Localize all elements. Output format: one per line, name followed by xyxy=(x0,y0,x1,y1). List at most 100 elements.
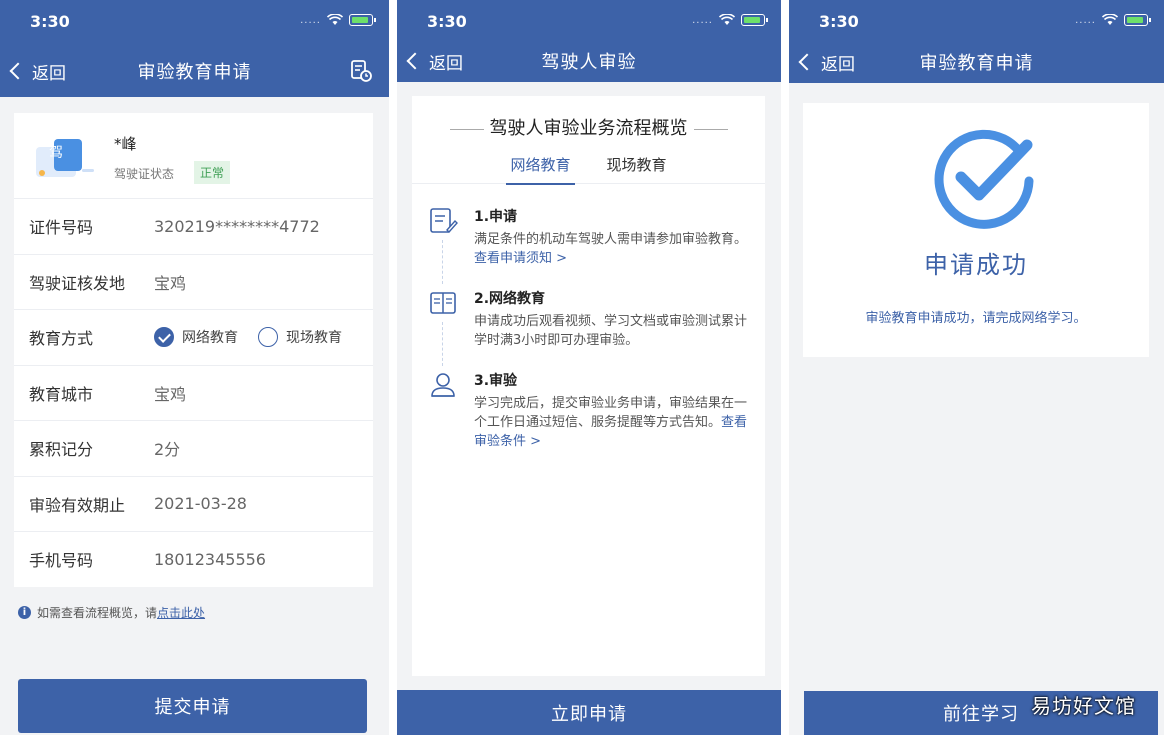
tab-onsite-education[interactable]: 现场教育 xyxy=(607,154,667,184)
flow-hint: i 如需查看流程概览，请点击此处 xyxy=(18,604,205,621)
row-value: 宝鸡 xyxy=(154,384,187,404)
hint-link[interactable]: 点击此处 xyxy=(157,606,205,620)
row-label: 证件号码 xyxy=(29,218,94,238)
status-icons: ..... xyxy=(692,14,768,26)
radio-checked-icon xyxy=(154,327,174,348)
back-label: 返回 xyxy=(32,63,66,84)
row-label: 教育方式 xyxy=(29,329,94,349)
row-label: 审验有效期止 xyxy=(29,495,126,515)
hint-text: 如需查看流程概览，请点击此处 xyxy=(37,604,205,621)
success-message: 审验教育申请成功，请完成网络学习。 xyxy=(865,311,1087,326)
status-time: 3:30 xyxy=(30,12,70,31)
status-icons: ..... xyxy=(300,14,376,26)
education-tabs: 网络教育 现场教育 xyxy=(412,154,765,185)
row-value: 宝鸡 xyxy=(154,273,187,293)
license-glyph: 驾 xyxy=(49,145,63,161)
hint-prefix: 如需查看流程概览，请 xyxy=(37,606,158,620)
row-phone: 手机号码 18012345556 xyxy=(14,531,373,587)
watermark: 易坊好文馆 xyxy=(1031,694,1136,718)
radio-unchecked-icon xyxy=(258,327,278,348)
radio-online-education[interactable]: 网络教育 xyxy=(154,327,238,348)
row-id-number: 证件号码 320219********4772 xyxy=(14,198,373,254)
success-check-icon xyxy=(934,129,1034,229)
page-title: 审验教育申请 xyxy=(919,53,1034,74)
status-icons: ..... xyxy=(1075,14,1151,26)
row-label: 教育城市 xyxy=(29,384,94,404)
book-icon xyxy=(430,292,456,314)
apply-notice-link[interactable]: 查看申请须知 > xyxy=(474,251,567,266)
navbar: 返回 驾驶人审验 xyxy=(397,48,781,74)
step-desc: 学习完成后，提交审验业务申请，审验结果在一个工作日通过短信、服务提醒等方式告知。… xyxy=(474,394,753,451)
step-connector xyxy=(442,322,443,366)
row-value: 2分 xyxy=(154,440,181,460)
header: 3:30 ..... 返回 审验教育申请 xyxy=(0,0,389,97)
chevron-left-icon xyxy=(9,62,27,80)
row-label: 手机号码 xyxy=(29,551,94,571)
status-badge: 正常 xyxy=(194,161,231,184)
chevron-left-icon xyxy=(406,52,424,70)
license-status-label: 驾驶证状态 xyxy=(114,167,175,181)
row-issuing-place: 驾驶证核发地 宝鸡 xyxy=(14,253,373,310)
driver-name: *峰 xyxy=(114,135,137,153)
back-button[interactable]: 返回 xyxy=(405,49,463,74)
battery-icon xyxy=(349,14,376,26)
row-points: 累积记分 2分 xyxy=(14,420,373,476)
screen-flow-overview: 3:30 ..... 返回 驾驶人审验 驾驶人审验业务流程概览 网络教育 现场教… xyxy=(397,0,781,735)
step-desc-text: 满足条件的机动车驾驶人需申请参加审验教育。 xyxy=(474,232,748,247)
row-value: 18012345556 xyxy=(154,549,266,569)
success-title: 申请成功 xyxy=(924,251,1028,279)
form-edit-icon xyxy=(430,208,458,234)
apply-now-button[interactable]: 立即申请 xyxy=(397,690,781,735)
page-title: 审验教育申请 xyxy=(137,62,252,83)
signal-icon: ..... xyxy=(692,14,713,26)
row-value: 2021-03-28 xyxy=(154,494,247,514)
battery-icon xyxy=(741,14,768,26)
status-time: 3:30 xyxy=(819,12,859,31)
wifi-icon xyxy=(327,14,343,25)
battery-icon xyxy=(1124,14,1151,26)
flow-card: 驾驶人审验业务流程概览 网络教育 现场教育 1.申请 满足条件的机动车驾驶人需申… xyxy=(412,96,765,676)
success-card: 申请成功 审验教育申请成功，请完成网络学习。 xyxy=(803,103,1149,357)
navbar: 返回 审验教育申请 xyxy=(0,58,389,84)
screen-apply-success: 3:30 ..... 返回 审验教育申请 申请成功 审验教育申请成功，请完成网络… xyxy=(789,0,1164,735)
info-list: 证件号码 320219********4772 驾驶证核发地 宝鸡 教育方式 网络教… xyxy=(14,198,373,587)
submit-button[interactable]: 提交申请 xyxy=(18,679,367,733)
header: 3:30 ..... 返回 审验教育申请 xyxy=(789,0,1164,83)
step-desc-text: 申请成功后观看视频、学习文档或审验测试累计学时满3小时即可办理审验。 xyxy=(474,314,748,348)
radio-label: 现场教育 xyxy=(286,330,342,347)
overview-title: 驾驶人审验业务流程概览 xyxy=(412,114,765,140)
signal-icon: ..... xyxy=(1075,14,1096,26)
row-value: 320219********4772 xyxy=(154,216,320,236)
screen-apply-form: 3:30 ..... 返回 审验教育申请 驾 *峰 驾驶证状态 正常 证件号码 3… xyxy=(0,0,389,735)
record-history-icon[interactable] xyxy=(349,59,373,83)
row-label: 累积记分 xyxy=(29,440,94,460)
row-education-mode: 教育方式 网络教育 现场教育 xyxy=(14,309,373,365)
step-title: 2.网络教育 xyxy=(474,291,546,307)
signal-icon: ..... xyxy=(300,14,321,26)
info-icon: i xyxy=(18,606,31,619)
step-desc: 申请成功后观看视频、学习文档或审验测试累计学时满3小时即可办理审验。 xyxy=(474,312,753,350)
step-title: 1.申请 xyxy=(474,209,518,225)
radio-label: 网络教育 xyxy=(182,330,238,347)
back-label: 返回 xyxy=(429,53,463,74)
row-expiry: 审验有效期止 2021-03-28 xyxy=(14,475,373,532)
step-desc-text: 学习完成后，提交审验业务申请，审验结果在一个工作日通过短信、服务提醒等方式告知。 xyxy=(474,396,748,430)
back-button[interactable]: 返回 xyxy=(8,59,66,84)
page-title: 驾驶人审验 xyxy=(541,52,637,73)
wifi-icon xyxy=(719,14,735,25)
wifi-icon xyxy=(1102,14,1118,25)
chevron-left-icon xyxy=(798,53,816,71)
row-label: 驾驶证核发地 xyxy=(29,273,126,293)
profile-card: 驾 *峰 驾驶证状态 正常 xyxy=(14,113,373,198)
step-desc: 满足条件的机动车驾驶人需申请参加审验教育。查看申请须知 > xyxy=(474,230,753,268)
row-education-city: 教育城市 宝鸡 xyxy=(14,364,373,421)
tab-online-education[interactable]: 网络教育 xyxy=(506,154,575,185)
back-button[interactable]: 返回 xyxy=(797,50,855,75)
user-badge-icon xyxy=(431,373,455,397)
status-time: 3:30 xyxy=(427,12,467,31)
back-label: 返回 xyxy=(821,54,855,75)
step-title: 3.审验 xyxy=(474,373,518,389)
radio-onsite-education[interactable]: 现场教育 xyxy=(258,327,342,348)
step-connector xyxy=(442,240,443,284)
header: 3:30 ..... 返回 驾驶人审验 xyxy=(397,0,781,82)
